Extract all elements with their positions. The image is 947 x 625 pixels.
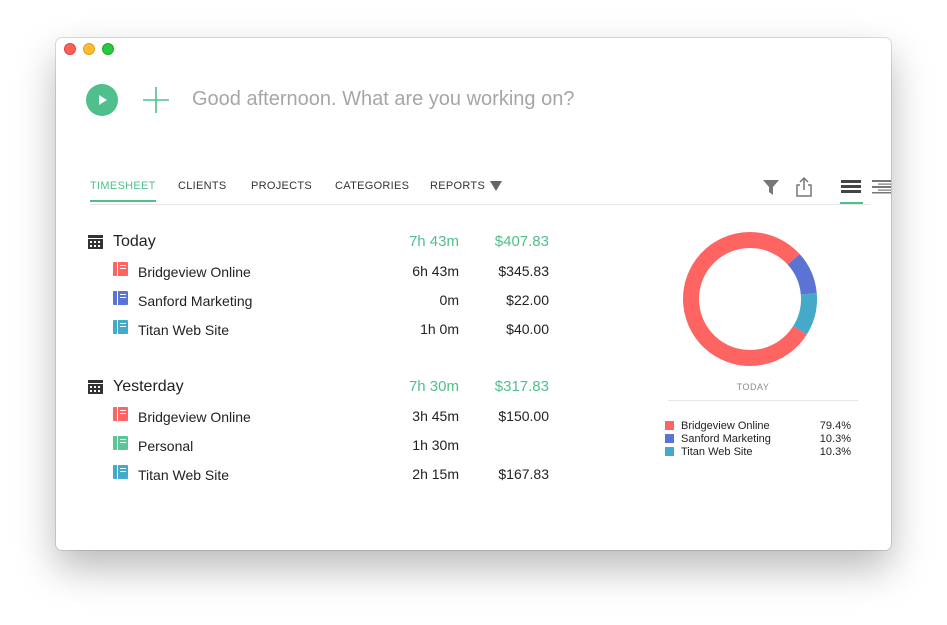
tab-clients[interactable]: CLIENTS — [178, 180, 227, 200]
entry-project-name[interactable]: Bridgeview Online — [138, 264, 251, 280]
chevron-down-icon — [490, 181, 503, 191]
group-total-time: 7h 43m — [408, 233, 459, 250]
legend-swatch — [665, 447, 674, 456]
today-donut-chart — [683, 232, 817, 366]
entry-amount: $167.83 — [498, 466, 549, 482]
tab-reports-label: REPORTS — [430, 180, 486, 192]
filter-icon — [763, 180, 779, 195]
entry-amount: $22.00 — [506, 292, 549, 308]
project-book-icon — [113, 291, 128, 305]
calendar-icon — [88, 235, 103, 249]
list-view-full-icon — [841, 180, 861, 193]
legend-swatch — [665, 434, 674, 443]
entry-time: 6h 43m — [412, 263, 459, 279]
legend-item: Bridgeview Online 79.4% — [665, 419, 851, 432]
entry-time: 1h 0m — [420, 321, 459, 337]
legend-label: Titan Web Site — [681, 445, 753, 458]
entry-time: 2h 15m — [412, 466, 459, 482]
group-total-amount: $407.83 — [494, 233, 549, 250]
view-compact-button[interactable] — [871, 176, 891, 201]
group-total-amount: $317.83 — [494, 378, 549, 395]
entry-project-name[interactable]: Bridgeview Online — [138, 409, 251, 425]
entry-amount: $345.83 — [498, 263, 549, 279]
zoom-window-button[interactable] — [102, 43, 114, 55]
group-title: Today — [113, 233, 156, 250]
share-button[interactable] — [793, 176, 815, 203]
start-timer-button[interactable] — [86, 84, 118, 116]
main-tabs: TIMESHEET CLIENTS PROJECTS CATEGORIES RE… — [90, 176, 891, 205]
entry-project-name[interactable]: Sanford Marketing — [138, 293, 252, 309]
legend-label: Sanford Marketing — [681, 432, 771, 445]
legend-percent: 79.4% — [819, 419, 851, 432]
chart-title: TODAY — [736, 382, 770, 392]
slice-sanford-marketing — [787, 254, 817, 295]
view-full-button[interactable] — [840, 176, 863, 204]
entry-amount: $150.00 — [498, 408, 549, 424]
chart-divider — [668, 400, 858, 401]
entry-amount: $40.00 — [506, 321, 549, 337]
calendar-icon — [88, 380, 103, 394]
legend-item: Titan Web Site 10.3% — [665, 445, 851, 458]
legend-percent: 10.3% — [819, 445, 851, 458]
legend-label: Bridgeview Online — [681, 419, 770, 432]
filter-button[interactable] — [762, 178, 780, 201]
entry-time: 0m — [439, 292, 459, 308]
group-title: Yesterday — [113, 378, 184, 395]
list-view-compact-icon — [872, 180, 891, 194]
tab-projects[interactable]: PROJECTS — [251, 180, 312, 200]
entry-time: 1h 30m — [412, 437, 459, 453]
add-entry-button[interactable] — [142, 86, 170, 114]
task-input[interactable] — [192, 88, 712, 111]
chart-legend: Bridgeview Online 79.4% Sanford Marketin… — [665, 419, 851, 458]
tab-timesheet[interactable]: TIMESHEET — [90, 180, 156, 202]
group-header-yesterday: Yesterday — [88, 377, 184, 397]
close-window-button[interactable] — [64, 43, 76, 55]
slice-bridgeview-online — [683, 232, 807, 366]
minimize-window-button[interactable] — [83, 43, 95, 55]
group-header-today: Today — [88, 232, 156, 252]
project-book-icon — [113, 407, 128, 421]
entry-project-name[interactable]: Titan Web Site — [138, 467, 229, 483]
tab-categories[interactable]: CATEGORIES — [335, 180, 409, 200]
legend-item: Sanford Marketing 10.3% — [665, 432, 851, 445]
entry-project-name[interactable]: Personal — [138, 438, 193, 454]
play-icon — [99, 95, 107, 105]
group-total-time: 7h 30m — [408, 378, 459, 395]
window-controls — [64, 43, 114, 55]
slice-titan-web-site — [793, 293, 817, 335]
app-window: TIMESHEET CLIENTS PROJECTS CATEGORIES RE… — [56, 38, 891, 550]
entry-time: 3h 45m — [412, 408, 459, 424]
plus-icon — [143, 87, 169, 113]
project-book-icon — [113, 465, 128, 479]
project-book-icon — [113, 436, 128, 450]
entry-project-name[interactable]: Titan Web Site — [138, 322, 229, 338]
share-icon — [796, 176, 812, 197]
legend-percent: 10.3% — [819, 432, 851, 445]
tab-reports[interactable]: REPORTS — [430, 180, 503, 200]
project-book-icon — [113, 262, 128, 276]
legend-swatch — [665, 421, 674, 430]
project-book-icon — [113, 320, 128, 334]
